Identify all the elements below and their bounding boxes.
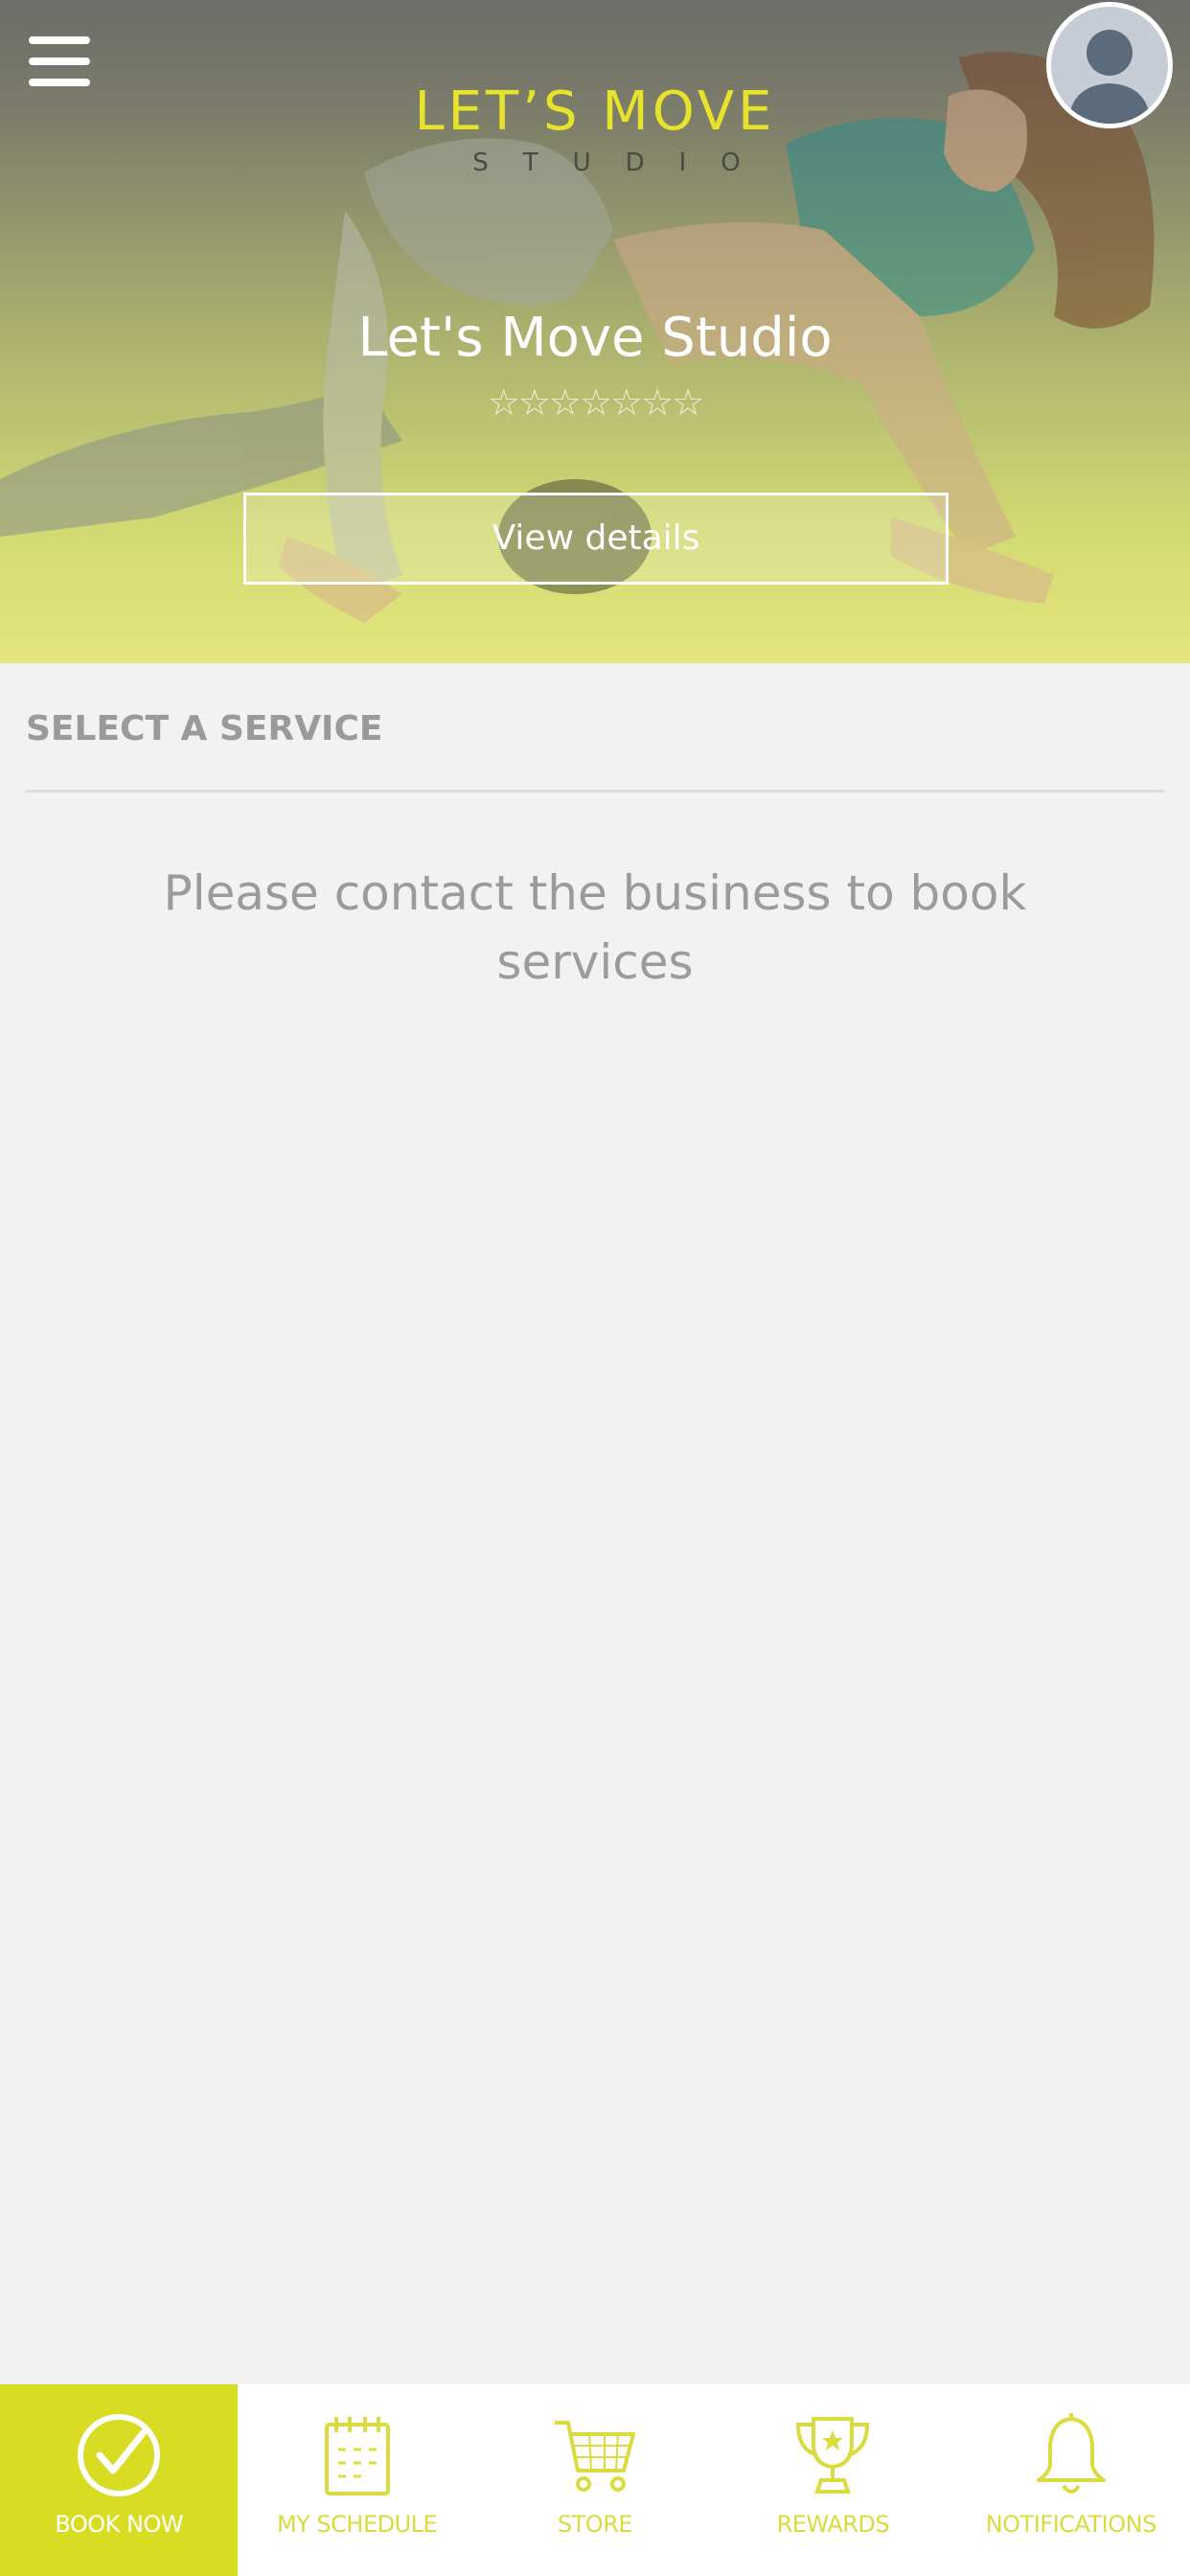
logo-main-text: LET’S MOVE	[414, 80, 776, 143]
star-rating-text: ☆☆☆☆☆☆☆	[487, 383, 704, 424]
tab-notifications[interactable]: NOTIFICATIONS	[952, 2384, 1190, 2576]
shopping-cart-icon	[551, 2411, 639, 2499]
tab-label: BOOK NOW	[55, 2511, 184, 2538]
divider	[26, 790, 1164, 793]
studio-logo: LET’S MOVE STUDIO	[0, 79, 1190, 180]
bottom-tab-bar: BOOK NOW MY SCHEDULE STORE REWARDS NOTIF…	[0, 2384, 1190, 2576]
section-title: SELECT A SERVICE	[26, 709, 383, 748]
view-details-button[interactable]: View details	[243, 493, 949, 585]
hero-banner: LET’S MOVE STUDIO Let's Move Studio ☆☆☆☆…	[0, 0, 1190, 663]
tab-label: REWARDS	[776, 2511, 890, 2538]
tab-label: NOTIFICATIONS	[985, 2511, 1157, 2538]
tab-label: MY SCHEDULE	[276, 2511, 438, 2538]
logo-sub-text: STUDIO	[472, 149, 775, 177]
tab-store[interactable]: STORE	[476, 2384, 714, 2576]
studio-name: Let's Move Studio	[357, 307, 833, 369]
calendar-icon	[313, 2411, 401, 2499]
tab-label: STORE	[557, 2511, 633, 2538]
tab-book-now[interactable]: BOOK NOW	[0, 2384, 239, 2576]
tab-my-schedule[interactable]: MY SCHEDULE	[238, 2384, 475, 2576]
trophy-icon	[789, 2411, 877, 2499]
check-circle-icon	[75, 2411, 163, 2499]
empty-state-message: Please contact the business to book serv…	[163, 865, 1027, 990]
bell-icon	[1027, 2411, 1115, 2499]
rating-stars: ☆☆☆☆☆☆☆	[0, 381, 1190, 425]
tab-rewards[interactable]: REWARDS	[714, 2384, 951, 2576]
